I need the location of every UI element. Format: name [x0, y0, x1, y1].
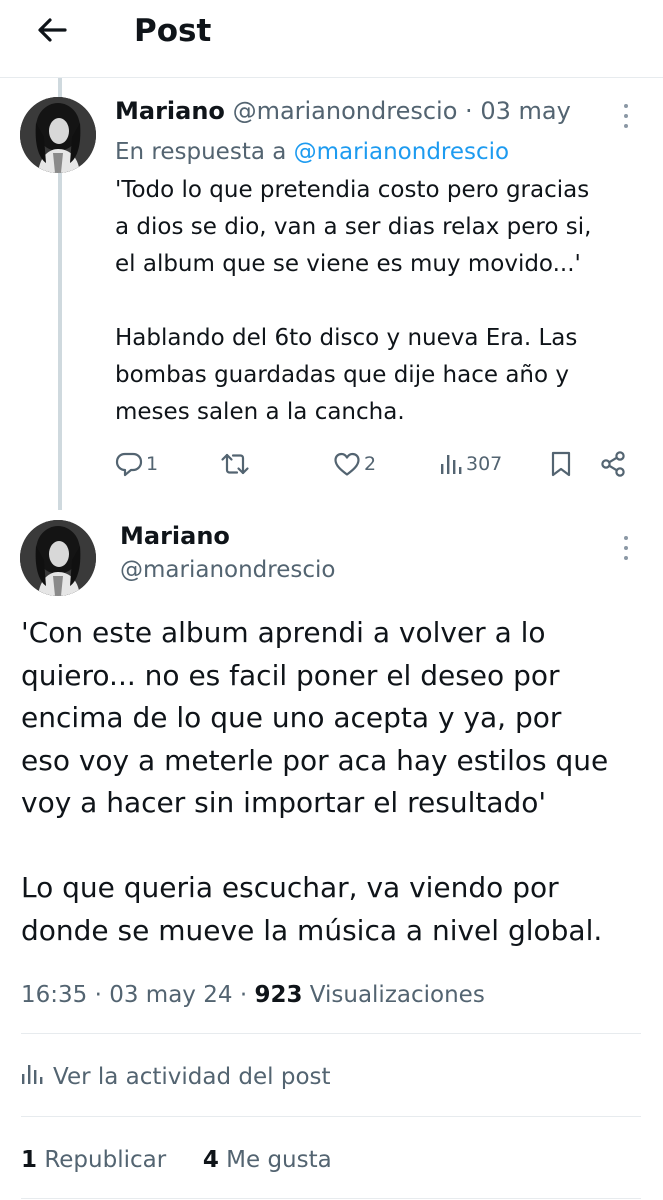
share-button[interactable]	[599, 446, 627, 482]
more-options-button[interactable]	[616, 101, 636, 131]
main-post-text: 'Con este album aprendi a volver a lo qu…	[21, 612, 651, 952]
divider	[21, 1198, 641, 1199]
avatar[interactable]	[20, 97, 96, 173]
divider	[21, 1033, 641, 1034]
views-count: 923	[254, 982, 303, 1008]
reply-count: 1	[146, 453, 159, 475]
text-line: voy a hacer sin importar el resultado'	[21, 786, 547, 819]
views-label: Visualizaciones	[309, 982, 485, 1008]
more-options-button[interactable]	[616, 533, 636, 563]
likes-stat[interactable]: 4 Me gusta	[203, 1147, 332, 1173]
text-line: encima de lo que uno acepta y ya, por	[21, 701, 562, 734]
views-icon	[439, 451, 463, 477]
engagement-stats: 1 Republicar 4 Me gusta	[21, 1142, 332, 1178]
author-handle[interactable]: @marianondrescio	[120, 553, 335, 587]
text-line: 'Con este album aprendi a volver a lo	[21, 616, 546, 649]
reply-post-header: Mariano @marianondrescio · 03 may	[115, 94, 571, 128]
like-button[interactable]: 2	[333, 446, 376, 482]
separator-dot: ·	[94, 982, 102, 1008]
author-name[interactable]: Mariano	[115, 97, 225, 125]
likes-count: 4	[202, 1147, 219, 1173]
in-reply-handle-link[interactable]: @marianondrescio	[294, 139, 509, 165]
activity-label: Ver la actividad del post	[53, 1064, 331, 1090]
share-icon	[599, 450, 627, 478]
text-line: quiero... no es facil poner el deseo por	[21, 658, 560, 692]
more-vertical-icon	[624, 104, 628, 108]
views-button[interactable]: 307	[439, 446, 502, 482]
post-activity-link[interactable]: Ver la actividad del post	[21, 1059, 331, 1095]
text-line: bombas guardadas que dije hace año y	[115, 362, 569, 388]
text-line: a dios se dio, van a ser dias relax pero…	[115, 214, 592, 240]
like-count: 2	[364, 453, 377, 475]
reposts-count: 1	[21, 1147, 38, 1173]
post-meta: 16:35 · 03 may 24 · 923 Visualizaciones	[21, 977, 485, 1013]
text-line: Hablando del 6to disco y nueva Era. Las	[115, 325, 578, 351]
arrow-left-icon	[37, 17, 67, 47]
likes-label: Me gusta	[226, 1147, 332, 1173]
in-reply-to: En respuesta a @marianondrescio	[115, 135, 509, 169]
reply-icon	[115, 451, 143, 477]
text-line: eso voy a meterle por aca hay estilos qu…	[21, 743, 609, 777]
bookmark-icon	[549, 450, 573, 478]
divider	[21, 1116, 641, 1117]
back-button[interactable]	[28, 8, 76, 56]
reposts-label: Republicar	[44, 1147, 167, 1173]
avatar[interactable]	[20, 520, 96, 596]
text-line: donde se mueve la música a nivel global.	[21, 913, 603, 947]
author-name-text: Mariano	[120, 522, 230, 550]
text-line: 'Todo lo que pretendia costo pero gracia…	[115, 177, 590, 203]
top-bar: Post	[0, 0, 663, 78]
separator-dot: ·	[239, 982, 248, 1008]
reply-button[interactable]: 1	[115, 446, 158, 482]
reply-post-text: 'Todo lo que pretendia costo pero gracia…	[115, 172, 635, 431]
views-icon	[21, 1062, 53, 1092]
page-title: Post	[134, 13, 212, 49]
more-vertical-icon	[624, 536, 628, 540]
text-line: Lo que queria escuchar, va viendo por	[21, 871, 559, 904]
author-handle[interactable]: @marianondrescio	[233, 97, 458, 125]
bookmark-button[interactable]	[549, 446, 573, 482]
post-time[interactable]: 16:35	[21, 982, 87, 1008]
repost-button[interactable]	[220, 446, 253, 482]
text-line: el album que se viene es muy movido...'	[115, 251, 581, 277]
repost-icon	[220, 451, 250, 477]
like-icon	[333, 451, 361, 477]
author-name[interactable]: Mariano	[120, 518, 230, 554]
post-date[interactable]: 03 may	[480, 97, 570, 125]
text-line: meses salen a la cancha.	[115, 399, 405, 425]
reposts-stat[interactable]: 1 Republicar	[21, 1147, 174, 1173]
post-date[interactable]: 03 may 24	[109, 982, 232, 1008]
separator-dot: ·	[465, 97, 473, 125]
views-count: 307	[466, 453, 503, 475]
reply-post-actions: 1 2 307	[115, 446, 635, 482]
in-reply-prefix: En respuesta a	[115, 139, 287, 165]
